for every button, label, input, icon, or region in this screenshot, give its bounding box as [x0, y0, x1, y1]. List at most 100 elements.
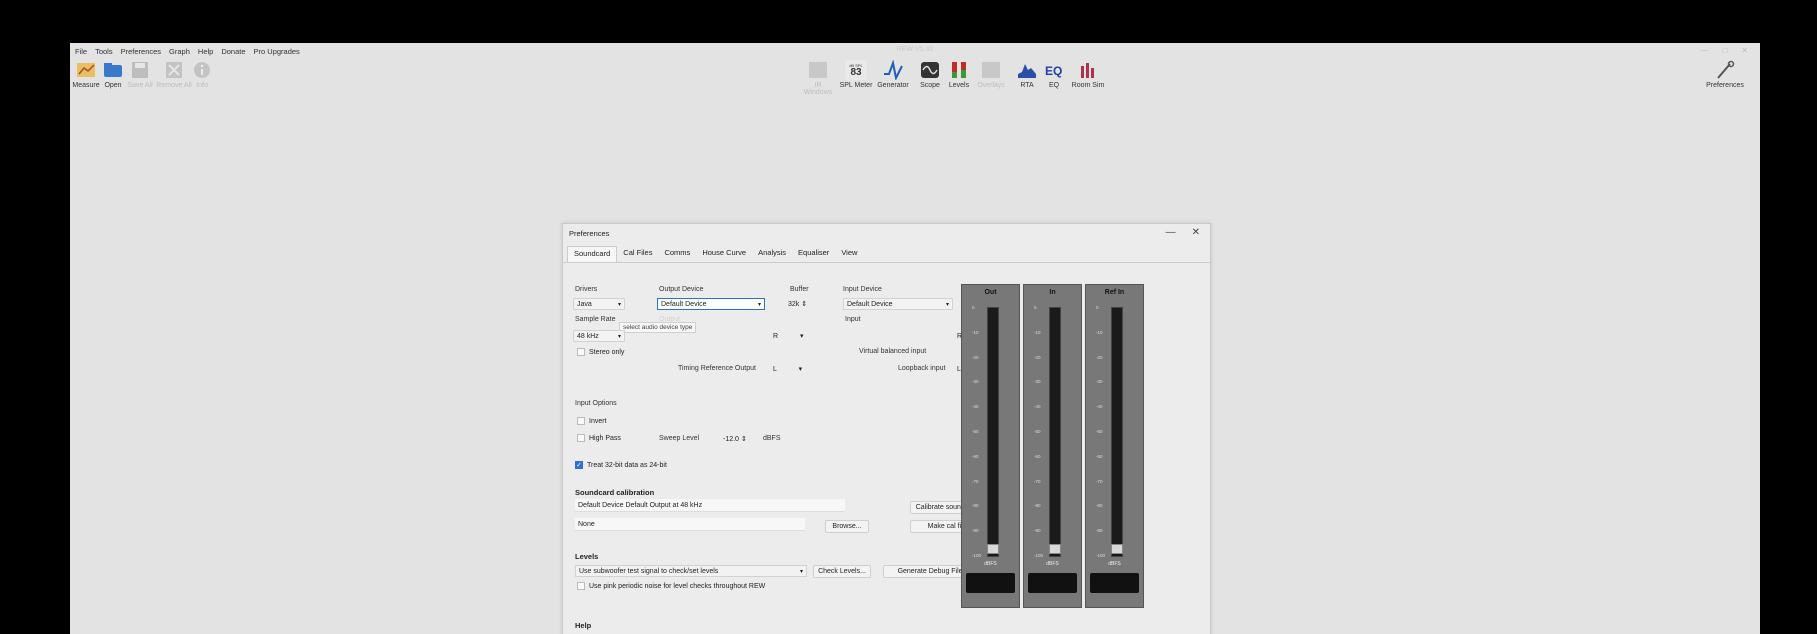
calibration-device-field: Default Device Default Output at 48 kHz: [575, 499, 845, 512]
sample-rate-select[interactable]: 48 kHz ▾: [573, 330, 625, 342]
spinner-arrows-icon: ⇕: [740, 436, 747, 443]
buffer-out-spinner[interactable]: 32k ⇕: [788, 300, 807, 308]
meter-ref-in-thumb[interactable]: [1111, 544, 1123, 554]
meter-in-bar: [1049, 307, 1061, 557]
stereo-only-checkbox[interactable]: Stereo only: [577, 348, 624, 356]
meter-ref-in-unit: dBFS: [1108, 561, 1121, 567]
meter-tick-label: -40: [1034, 404, 1041, 410]
meter-out: Out 0 -10 -20 -30 -40 -50 -60 -70 -80 -90 -100 dBF…: [961, 284, 1020, 608]
input-label: Input: [845, 316, 861, 323]
checkmark-icon: ✓: [575, 461, 583, 469]
tab-soundcard[interactable]: Soundcard: [567, 246, 618, 262]
output-device-select[interactable]: Default Device ▾: [657, 298, 765, 310]
drivers-select[interactable]: Java ▾: [573, 298, 625, 310]
chevron-down-icon: ▾: [945, 302, 949, 308]
sample-rate-label: Sample Rate: [575, 316, 616, 323]
tab-house-curve[interactable]: House Curve: [696, 246, 752, 262]
tab-cal-files[interactable]: Cal Files: [617, 246, 658, 262]
input-device-label: Input Device: [843, 286, 882, 293]
sweep-level-unit: dBFS: [763, 435, 781, 442]
spinner-arrows-icon: ⇕: [801, 301, 808, 308]
input-device-select[interactable]: Default Device ▾: [843, 298, 953, 310]
spl-meter-icon: dB SPL 83: [845, 60, 867, 80]
meter-in-thumb[interactable]: [1049, 544, 1061, 554]
minimize-button[interactable]: —: [1700, 46, 1708, 55]
tab-bar: Soundcard Cal Files Comms House Curve An…: [567, 246, 863, 262]
dialog-close-button[interactable]: ✕: [1192, 227, 1200, 238]
room-sim-button[interactable]: Room Sim: [1070, 60, 1106, 89]
meter-tick-label: -100: [972, 553, 982, 558]
svg-text:EQ: EQ: [1045, 64, 1062, 78]
meter-in-label: In: [1049, 289, 1056, 296]
timing-reference-select[interactable]: L ▾: [773, 365, 802, 373]
preferences-icon: [1714, 60, 1736, 80]
meter-in-readout: [1028, 573, 1077, 593]
tab-equaliser[interactable]: Equaliser: [792, 246, 835, 262]
level-meters: Out 0 -10 -20 -30 -40 -50 -60 -70 -80 -90 -100 dBF…: [961, 284, 1144, 608]
levels-select[interactable]: Use subwoofer test signal to check/set l…: [575, 565, 807, 577]
meter-tick-label: -90: [972, 528, 979, 534]
sweep-level-label: Sweep Level: [659, 435, 700, 442]
meter-tick-label: -60: [1096, 453, 1103, 459]
levels-button[interactable]: Levels: [941, 60, 977, 89]
output-channel-select[interactable]: R ▾: [773, 332, 804, 340]
spl-meter-button[interactable]: dB SPL 83 SPL Meter: [838, 60, 874, 89]
meter-tick-label: -10: [1034, 329, 1041, 335]
scope-icon: [919, 60, 941, 80]
meter-out-thumb[interactable]: [987, 544, 999, 554]
remove-icon: [163, 60, 185, 80]
generator-button[interactable]: Generator: [875, 60, 911, 89]
meter-tick-label: 0: [1096, 305, 1099, 310]
timing-reference-label: Timing Reference Output: [678, 365, 756, 372]
overlays-button[interactable]: Overlays: [973, 60, 1009, 89]
meter-tick-label: -40: [972, 404, 979, 410]
meter-ref-in-label: Ref In: [1104, 289, 1125, 296]
dialog-controls: — ✕: [1166, 227, 1200, 238]
eq-button[interactable]: EQ EQ: [1036, 60, 1072, 89]
chevron-down-icon: ▾: [757, 302, 761, 308]
ir-windows-button[interactable]: IR Windows: [800, 60, 836, 96]
meter-in: In 0 -10 -20 -30 -40 -50 -60 -70 -80 -90 -100 dBFS: [1023, 284, 1082, 608]
info-button[interactable]: Info: [184, 60, 220, 89]
chevron-down-icon: ▾: [798, 366, 803, 373]
tab-analysis[interactable]: Analysis: [752, 246, 792, 262]
meter-tick-label: 0: [972, 305, 975, 310]
meter-tick-label: -80: [1096, 503, 1103, 509]
save-all-button[interactable]: Save All: [122, 60, 158, 89]
sweep-level-spinner[interactable]: -12.0 ⇕: [723, 435, 747, 443]
meter-tick-label: -70: [1034, 478, 1041, 484]
browse-button[interactable]: Browse...: [825, 520, 869, 533]
meter-tick-label: -30: [1034, 379, 1041, 385]
eq-icon: EQ: [1043, 60, 1065, 80]
meter-tick-label: -70: [1096, 478, 1103, 484]
meter-tick-label: -100: [1096, 553, 1106, 558]
dialog-minimize-button[interactable]: —: [1166, 227, 1176, 238]
close-button[interactable]: ✕: [1741, 46, 1748, 55]
meter-tick-label: -50: [1034, 429, 1041, 434]
maximize-button[interactable]: □: [1722, 46, 1727, 55]
tab-view[interactable]: View: [835, 246, 863, 262]
meter-tick-label: -60: [972, 453, 979, 459]
meter-out-label: Out: [984, 289, 997, 296]
pink-noise-checkbox[interactable]: Use pink periodic noise for level checks…: [577, 582, 765, 590]
soundcard-calibration-title: Soundcard calibration: [575, 488, 655, 497]
calibration-file-field[interactable]: None: [575, 518, 805, 531]
meter-tick-label: -20: [972, 354, 979, 360]
meter-tick-label: 0: [1034, 305, 1037, 310]
input-options-label: Input Options: [575, 400, 617, 407]
treat-32bit-checkbox[interactable]: ✓ Treat 32-bit data as 24-bit: [575, 461, 667, 469]
invert-checkbox[interactable]: Invert: [577, 417, 607, 425]
loopback-input-label: Loopback input: [898, 365, 946, 372]
ir-windows-icon: [807, 60, 829, 80]
check-levels-button[interactable]: Check Levels...: [813, 565, 871, 578]
tab-comms[interactable]: Comms: [658, 246, 696, 262]
chevron-down-icon: ▾: [800, 333, 804, 340]
help-title: Help: [575, 621, 592, 630]
meter-ref-in-readout: [1090, 573, 1139, 593]
meter-tick-label: -90: [1034, 528, 1041, 534]
preferences-dialog: Preferences — ✕ Soundcard Cal Files Comm…: [562, 223, 1211, 634]
dialog-title: Preferences: [569, 229, 610, 238]
chevron-down-icon: ▾: [617, 334, 621, 340]
preferences-button[interactable]: Preferences: [1700, 60, 1750, 89]
high-pass-checkbox[interactable]: High Pass: [577, 434, 621, 442]
